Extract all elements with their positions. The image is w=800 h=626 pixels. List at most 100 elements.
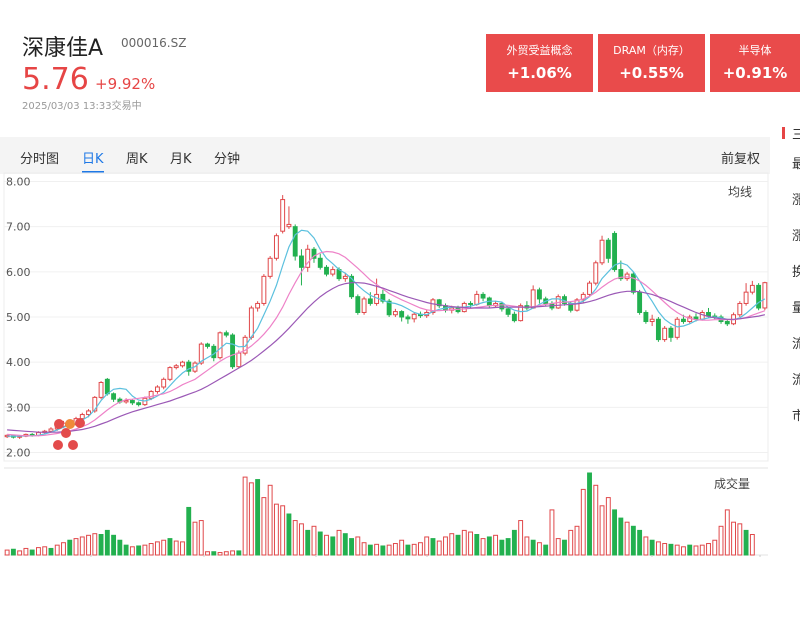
candle-body — [173, 365, 179, 369]
volume-bar — [317, 531, 323, 556]
volume-bar — [455, 534, 461, 556]
sector-name: DRAM（内存） — [613, 44, 690, 57]
volume-bar — [524, 536, 530, 556]
volume-bar — [10, 548, 16, 556]
candle-body — [248, 307, 254, 338]
right-panel-label: 涨 — [792, 193, 800, 208]
volume-bar — [630, 525, 636, 556]
candle-body — [505, 308, 511, 315]
ma5-line — [7, 229, 766, 437]
volume-bar — [486, 536, 492, 556]
volume-bar — [693, 545, 699, 556]
volume-bar — [493, 534, 499, 556]
volume-bar — [574, 525, 580, 556]
right-panel-label: 涨 — [792, 229, 800, 244]
candle-body — [392, 311, 398, 316]
volume-bar — [36, 547, 41, 556]
candle-body — [605, 239, 611, 259]
volume-bar — [242, 476, 248, 556]
volume-bar — [543, 544, 549, 556]
volume-bar — [418, 542, 423, 556]
volume-bar — [712, 539, 718, 556]
volume-bar — [449, 533, 455, 556]
volume-bar — [555, 538, 561, 556]
volume-bar — [367, 544, 373, 556]
volume-bar — [67, 539, 73, 556]
candle-body — [48, 428, 54, 432]
sector-card-foreign-trade[interactable]: 外贸受益概念 +1.06% — [486, 34, 593, 92]
volume-bar — [474, 534, 480, 556]
candle-body — [330, 269, 336, 275]
volume-bar — [23, 547, 29, 556]
ma-legend[interactable]: 均线 — [728, 183, 752, 200]
volume-bar — [236, 550, 242, 556]
candle-body — [255, 302, 261, 309]
volume-bar — [261, 497, 267, 556]
volume-bar — [148, 543, 154, 556]
candle-body — [342, 275, 348, 280]
candle-body — [79, 414, 85, 420]
volume-bar — [518, 520, 524, 556]
volume-bar — [342, 533, 348, 556]
candle-body — [154, 386, 160, 393]
y-tick-label: 6.00 — [6, 266, 31, 279]
candle-body — [123, 400, 129, 403]
candle-body — [136, 402, 142, 406]
moving-average-lines — [7, 229, 766, 437]
volume-bar — [186, 506, 192, 556]
volume-bar — [161, 539, 167, 556]
candle-body — [699, 311, 705, 320]
volume-bar — [743, 529, 749, 556]
volume-bar — [299, 523, 304, 556]
volume-bar — [399, 539, 405, 556]
volume-bar — [662, 543, 668, 556]
volume-bar — [311, 525, 317, 556]
stock-change-pct: +9.92% — [95, 75, 156, 93]
volume-bar — [136, 545, 142, 556]
event-marker-dot — [65, 419, 75, 429]
volume-bar — [699, 544, 705, 556]
candle-body — [180, 361, 185, 367]
candle-body — [511, 313, 517, 322]
candle-body — [129, 400, 135, 404]
candle-body — [167, 367, 173, 380]
candle-body — [724, 321, 730, 325]
candle-body — [643, 311, 649, 323]
candle-body — [468, 302, 473, 305]
sector-card-dram[interactable]: DRAM（内存） +0.55% — [598, 34, 705, 92]
candle-body — [217, 332, 223, 359]
volume-bar — [79, 536, 85, 556]
right-panel-label: 市 — [792, 409, 800, 424]
volume-bar — [649, 539, 655, 556]
candle-body — [98, 381, 104, 398]
volume-bar — [273, 503, 279, 556]
candle-body — [749, 284, 755, 293]
volume-bar — [173, 540, 179, 556]
kline-chart-svg[interactable]: 8.007.006.005.004.003.002.00 09/2710/251… — [0, 137, 770, 557]
volume-bar — [530, 539, 536, 556]
volume-bar — [217, 552, 223, 556]
candle-body — [518, 305, 524, 322]
candle-body — [267, 257, 273, 277]
volume-bar — [374, 543, 380, 556]
volume-bar — [549, 509, 555, 556]
right-panel-label: 量 — [792, 301, 800, 316]
candle-body — [599, 239, 605, 264]
volume-bar — [129, 546, 135, 556]
candle-body — [367, 298, 373, 304]
volume-bar — [111, 534, 117, 556]
volume-bar — [29, 549, 35, 556]
candle-body — [662, 327, 668, 341]
candle-body — [756, 284, 762, 309]
volume-bar — [655, 541, 661, 556]
volume-bar — [292, 520, 298, 556]
candle-body — [743, 291, 749, 304]
event-marker-dot — [75, 418, 85, 428]
y-tick-label: 2.00 — [6, 446, 31, 459]
volume-bar — [568, 529, 574, 556]
volume-bar — [192, 521, 198, 556]
sector-card-semiconductor[interactable]: 半导体 +0.91% — [710, 34, 800, 92]
volume-bar — [230, 550, 236, 556]
event-marker-dot — [53, 440, 63, 450]
volume-bar — [198, 520, 204, 556]
